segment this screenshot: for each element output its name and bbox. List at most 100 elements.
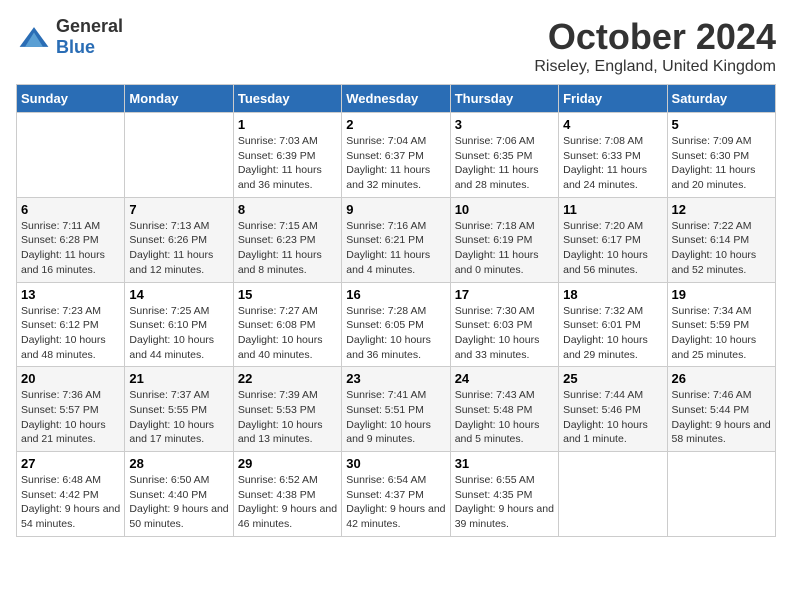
day-number: 3 [455,117,554,132]
day-info: Sunrise: 7:09 AMSunset: 6:30 PMDaylight:… [672,134,771,193]
weekday-header-sunday: Sunday [17,85,125,113]
day-info: Sunrise: 6:54 AMSunset: 4:37 PMDaylight:… [346,473,445,532]
day-cell: 4Sunrise: 7:08 AMSunset: 6:33 PMDaylight… [559,113,667,198]
logo-icon [16,23,52,51]
day-number: 2 [346,117,445,132]
day-info: Sunrise: 7:44 AMSunset: 5:46 PMDaylight:… [563,388,662,447]
day-cell: 19Sunrise: 7:34 AMSunset: 5:59 PMDayligh… [667,282,775,367]
day-info: Sunrise: 7:18 AMSunset: 6:19 PMDaylight:… [455,219,554,278]
page-header: General Blue October 2024 Riseley, Engla… [16,16,776,76]
week-row-4: 20 Sunrise: 7:36 AMSunset: 5:57 PMDayligh… [17,367,776,452]
day-number: 9 [346,202,445,217]
day-info: Sunrise: 7:37 AMSunset: 5:55 PMDaylight:… [129,388,228,447]
day-info: Sunrise: 7:34 AMSunset: 5:59 PMDaylight:… [672,304,771,363]
day-cell: 14Sunrise: 7:25 AMSunset: 6:10 PMDayligh… [125,282,233,367]
day-info: Sunrise: 7:30 AMSunset: 6:03 PMDaylight:… [455,304,554,363]
day-info: Sunrise: 7:46 AMSunset: 5:44 PMDaylight:… [672,388,771,447]
day-number: 28 [129,456,228,471]
day-cell: 31 Sunrise: 6:55 AMSunset: 4:35 PMDayligh… [450,452,558,537]
day-number: 5 [672,117,771,132]
day-info: Sunrise: 6:52 AMSunset: 4:38 PMDaylight:… [238,473,337,532]
weekday-header-tuesday: Tuesday [233,85,341,113]
day-info: Sunrise: 7:13 AMSunset: 6:26 PMDaylight:… [129,219,228,278]
day-number: 6 [21,202,120,217]
day-info: Sunrise: 7:39 AMSunset: 5:53 PMDaylight:… [238,388,337,447]
day-cell: 11 Sunrise: 7:20 AMSunset: 6:17 PMDayligh… [559,197,667,282]
day-number: 20 [21,371,120,386]
day-number: 12 [672,202,771,217]
calendar-table: SundayMondayTuesdayWednesdayThursdayFrid… [16,84,776,537]
week-row-2: 6 Sunrise: 7:11 AMSunset: 6:28 PMDaylight… [17,197,776,282]
day-number: 22 [238,371,337,386]
day-info: Sunrise: 7:27 AMSunset: 6:08 PMDaylight:… [238,304,337,363]
day-number: 29 [238,456,337,471]
day-cell: 29 Sunrise: 6:52 AMSunset: 4:38 PMDayligh… [233,452,341,537]
day-info: Sunrise: 7:41 AMSunset: 5:51 PMDaylight:… [346,388,445,447]
day-cell: 8 Sunrise: 7:15 AMSunset: 6:23 PMDaylight… [233,197,341,282]
logo: General Blue [16,16,123,58]
week-row-1: 1 Sunrise: 7:03 AMSunset: 6:39 PMDaylight… [17,113,776,198]
day-info: Sunrise: 6:55 AMSunset: 4:35 PMDaylight:… [455,473,554,532]
day-number: 14 [129,287,228,302]
day-info: Sunrise: 7:11 AMSunset: 6:28 PMDaylight:… [21,219,120,278]
day-info: Sunrise: 7:06 AMSunset: 6:35 PMDaylight:… [455,134,554,193]
day-number: 26 [672,371,771,386]
day-number: 10 [455,202,554,217]
day-cell: 20 Sunrise: 7:36 AMSunset: 5:57 PMDayligh… [17,367,125,452]
day-number: 8 [238,202,337,217]
logo-general: General [56,16,123,36]
day-cell: 7 Sunrise: 7:13 AMSunset: 6:26 PMDaylight… [125,197,233,282]
day-cell: 5 Sunrise: 7:09 AMSunset: 6:30 PMDaylight… [667,113,775,198]
day-cell [17,113,125,198]
weekday-header-friday: Friday [559,85,667,113]
day-cell: 24Sunrise: 7:43 AMSunset: 5:48 PMDayligh… [450,367,558,452]
day-cell: 10 Sunrise: 7:18 AMSunset: 6:19 PMDayligh… [450,197,558,282]
day-info: Sunrise: 7:32 AMSunset: 6:01 PMDaylight:… [563,304,662,363]
day-cell: 28Sunrise: 6:50 AMSunset: 4:40 PMDayligh… [125,452,233,537]
day-cell: 16 Sunrise: 7:28 AMSunset: 6:05 PMDayligh… [342,282,450,367]
day-cell: 27 Sunrise: 6:48 AMSunset: 4:42 PMDayligh… [17,452,125,537]
day-info: Sunrise: 7:20 AMSunset: 6:17 PMDaylight:… [563,219,662,278]
day-cell: 12 Sunrise: 7:22 AMSunset: 6:14 PMDayligh… [667,197,775,282]
day-number: 21 [129,371,228,386]
weekday-header-row: SundayMondayTuesdayWednesdayThursdayFrid… [17,85,776,113]
day-info: Sunrise: 7:36 AMSunset: 5:57 PMDaylight:… [21,388,120,447]
day-cell: 15 Sunrise: 7:27 AMSunset: 6:08 PMDayligh… [233,282,341,367]
day-number: 23 [346,371,445,386]
day-cell [667,452,775,537]
day-cell: 26 Sunrise: 7:46 AMSunset: 5:44 PMDayligh… [667,367,775,452]
location: Riseley, England, United Kingdom [534,58,776,76]
day-number: 7 [129,202,228,217]
day-cell: 22 Sunrise: 7:39 AMSunset: 5:53 PMDayligh… [233,367,341,452]
day-cell [559,452,667,537]
day-cell: 18 Sunrise: 7:32 AMSunset: 6:01 PMDayligh… [559,282,667,367]
day-cell: 3 Sunrise: 7:06 AMSunset: 6:35 PMDaylight… [450,113,558,198]
title-block: October 2024 Riseley, England, United Ki… [534,16,776,76]
day-number: 30 [346,456,445,471]
day-number: 1 [238,117,337,132]
day-number: 27 [21,456,120,471]
day-info: Sunrise: 7:15 AMSunset: 6:23 PMDaylight:… [238,219,337,278]
day-number: 15 [238,287,337,302]
day-info: Sunrise: 7:08 AMSunset: 6:33 PMDaylight:… [563,134,662,193]
day-cell: 21 Sunrise: 7:37 AMSunset: 5:55 PMDayligh… [125,367,233,452]
day-cell [125,113,233,198]
week-row-5: 27 Sunrise: 6:48 AMSunset: 4:42 PMDayligh… [17,452,776,537]
day-info: Sunrise: 7:22 AMSunset: 6:14 PMDaylight:… [672,219,771,278]
day-info: Sunrise: 7:28 AMSunset: 6:05 PMDaylight:… [346,304,445,363]
day-info: Sunrise: 6:48 AMSunset: 4:42 PMDaylight:… [21,473,120,532]
day-info: Sunrise: 7:23 AMSunset: 6:12 PMDaylight:… [21,304,120,363]
weekday-header-thursday: Thursday [450,85,558,113]
day-cell: 30 Sunrise: 6:54 AMSunset: 4:37 PMDayligh… [342,452,450,537]
day-cell: 17Sunrise: 7:30 AMSunset: 6:03 PMDayligh… [450,282,558,367]
weekday-header-wednesday: Wednesday [342,85,450,113]
day-number: 18 [563,287,662,302]
day-info: Sunrise: 7:03 AMSunset: 6:39 PMDaylight:… [238,134,337,193]
day-cell: 1 Sunrise: 7:03 AMSunset: 6:39 PMDaylight… [233,113,341,198]
day-info: Sunrise: 7:43 AMSunset: 5:48 PMDaylight:… [455,388,554,447]
day-number: 31 [455,456,554,471]
day-number: 16 [346,287,445,302]
logo-blue: Blue [56,37,95,57]
month-title: October 2024 [534,16,776,58]
day-number: 11 [563,202,662,217]
